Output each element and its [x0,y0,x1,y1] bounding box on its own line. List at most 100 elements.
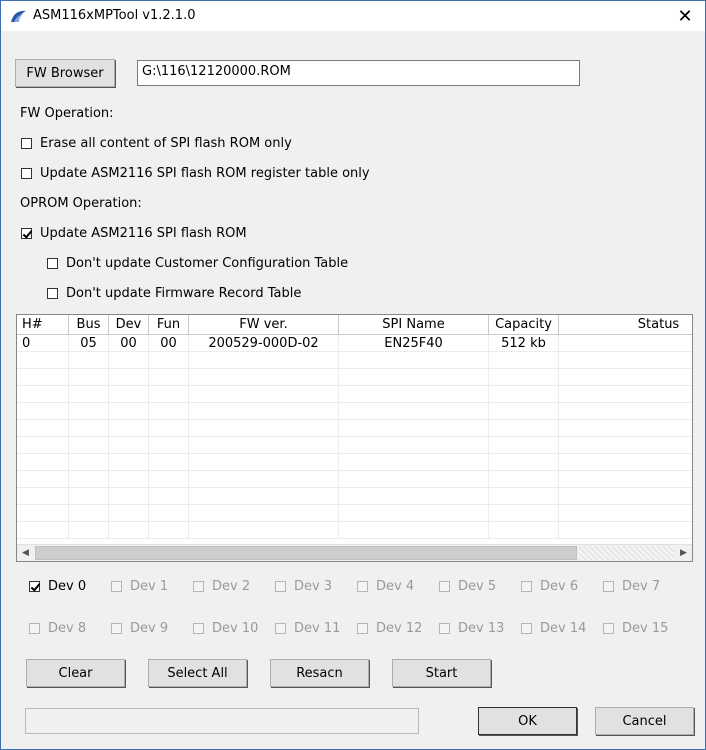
table-cell [17,352,69,369]
table-cell: 00 [109,335,149,352]
table-cell [17,437,69,454]
start-button[interactable]: Start [392,659,491,687]
table-cell [149,369,189,386]
device-checkbox-dev-0[interactable]: Dev 0 [29,579,86,594]
device-checkbox-dev-12: Dev 12 [357,621,422,636]
table-cell [69,420,109,437]
select-all-button[interactable]: Select All [148,659,247,687]
rescan-button[interactable]: Resacn [270,659,369,687]
table-cell [559,403,692,420]
checkbox-box [357,623,368,634]
checkbox-label: Update ASM2116 SPI flash ROM [40,226,247,241]
checkbox-label: Don't update Firmware Record Table [66,286,302,301]
table-cell [559,505,692,522]
device-checkbox-dev-3: Dev 3 [275,579,332,594]
checkbox-box[interactable] [47,288,58,299]
table-body: H# Bus Dev Fun FW ver. SPI Name Capacity Status… [17,315,692,544]
table-cell [489,488,559,505]
empty-table-row [17,386,692,403]
table-cell [17,505,69,522]
device-checkbox-dev-9: Dev 9 [111,621,168,636]
checkbox-label: Update ASM2116 SPI flash ROM register ta… [40,166,370,181]
column-header[interactable]: Capacity [489,315,559,335]
device-checkbox-dev-15: Dev 15 [603,621,668,636]
table-cell [559,335,692,352]
erase-spi-checkbox[interactable]: Erase all content of SPI flash ROM only [21,136,292,151]
title-bar: ASM116xMPTool v1.2.1.0 ✕ [1,1,705,31]
scrollbar-thumb[interactable] [35,546,577,560]
table-cell [339,488,489,505]
scroll-left-icon[interactable]: ◀ [17,545,34,561]
close-button[interactable]: ✕ [665,1,705,31]
checkbox-label: Dev 15 [622,621,669,636]
table-cell [109,488,149,505]
no-update-frt-checkbox[interactable]: Don't update Firmware Record Table [47,286,301,301]
table-cell [559,386,692,403]
scroll-right-icon[interactable]: ▶ [675,545,692,561]
update-spi-rom-checkbox[interactable]: Update ASM2116 SPI flash ROM [21,226,247,241]
column-header[interactable]: Status [559,315,692,335]
table-cell [109,420,149,437]
checkbox-box[interactable] [21,228,32,239]
table-cell [69,386,109,403]
checkbox-label: Dev 4 [376,579,415,594]
column-header[interactable]: H# [17,315,69,335]
column-header[interactable]: Bus [69,315,109,335]
status-bar [25,708,419,734]
table-cell [149,420,189,437]
column-header[interactable]: FW ver. [189,315,339,335]
empty-table-row [17,420,692,437]
column-header[interactable]: SPI Name [339,315,489,335]
no-update-cct-checkbox[interactable]: Don't update Customer Configuration Tabl… [47,256,348,271]
update-register-table-checkbox[interactable]: Update ASM2116 SPI flash ROM register ta… [21,166,370,181]
empty-table-row [17,352,692,369]
clear-button[interactable]: Clear [26,659,125,687]
table-cell [339,352,489,369]
fw-browser-button[interactable]: FW Browser [15,59,115,87]
empty-table-row [17,471,692,488]
checkbox-box[interactable] [47,258,58,269]
checkbox-label: Dev 6 [540,579,579,594]
table-cell [69,505,109,522]
cancel-button[interactable]: Cancel [595,707,694,735]
device-checkbox-dev-1: Dev 1 [111,579,168,594]
table-cell [69,488,109,505]
checkbox-label: Erase all content of SPI flash ROM only [40,136,292,151]
table-cell [489,454,559,471]
table-cell [109,505,149,522]
app-icon [11,10,26,22]
device-list-table[interactable]: H# Bus Dev Fun FW ver. SPI Name Capacity Status… [16,314,693,562]
table-cell [339,403,489,420]
checkbox-label: Dev 3 [294,579,333,594]
table-cell: EN25F40 [339,335,489,352]
fw-path-input[interactable]: G:\116\12120000.ROM [137,60,580,86]
checkbox-label: Dev 8 [48,621,87,636]
table-cell [189,505,339,522]
checkbox-box[interactable] [29,581,40,592]
table-cell [489,505,559,522]
checkbox-box[interactable] [21,168,32,179]
table-cell [69,454,109,471]
horizontal-scrollbar[interactable]: ◀ ▶ [17,544,692,561]
table-cell [339,522,489,539]
checkbox-box[interactable] [21,138,32,149]
table-cell [17,488,69,505]
column-header[interactable]: Fun [149,315,189,335]
checkbox-box [603,623,614,634]
empty-table-row [17,437,692,454]
table-cell [559,471,692,488]
table-cell [149,505,189,522]
checkbox-box [29,623,40,634]
device-checkbox-dev-7: Dev 7 [603,579,660,594]
table-cell [149,386,189,403]
column-header[interactable]: Dev [109,315,149,335]
ok-button[interactable]: OK [478,707,577,735]
table-cell [559,488,692,505]
device-checkbox-dev-2: Dev 2 [193,579,250,594]
table-row[interactable]: 0 05 00 00 200529-000D-02 EN25F40 512 kb [17,335,692,352]
checkbox-box [357,581,368,592]
table-cell [189,386,339,403]
table-cell [69,471,109,488]
table-header: H# Bus Dev Fun FW ver. SPI Name Capacity Status [17,315,692,335]
main-window: ASM116xMPTool v1.2.1.0 ✕ FW Browser G:\1… [0,0,706,750]
